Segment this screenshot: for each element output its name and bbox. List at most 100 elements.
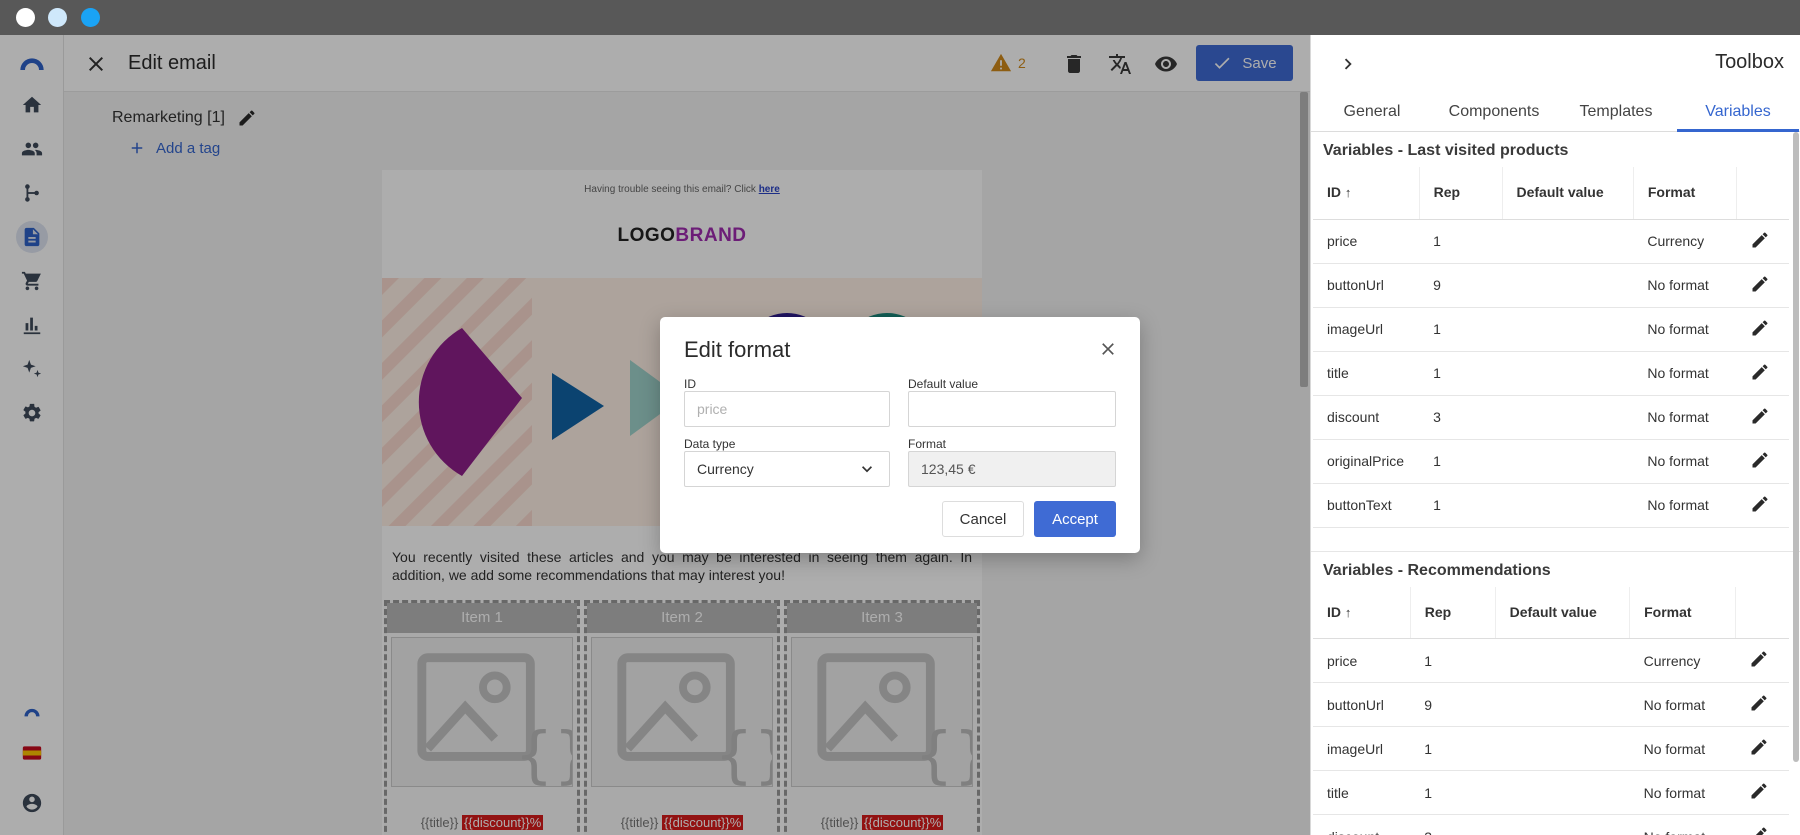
table-row: originalPrice 1 No format	[1313, 439, 1789, 484]
variable-rep: 1	[1410, 770, 1496, 815]
cancel-button[interactable]: Cancel	[942, 501, 1024, 537]
variables-table: ID ↑ Rep Default value Format price 1 Curr…	[1313, 167, 1789, 528]
variable-id: buttonUrl	[1313, 263, 1420, 308]
variable-default	[1502, 395, 1634, 440]
table-header-row: ID ↑ Rep Default value Format	[1313, 167, 1789, 220]
toolbox-tabs: General Components Templates Variables	[1311, 92, 1800, 132]
variable-default	[1495, 682, 1630, 727]
chevron-down-icon	[862, 466, 872, 473]
edit-variable-pencil-icon[interactable]	[1750, 319, 1770, 341]
accept-button[interactable]: Accept	[1034, 501, 1116, 537]
column-id[interactable]: ID ↑	[1313, 586, 1411, 639]
variable-id: imageUrl	[1313, 307, 1420, 352]
column-actions	[1735, 586, 1789, 639]
sort-arrow-up-icon: ↑	[1344, 604, 1352, 620]
variable-rep: 9	[1410, 682, 1496, 727]
variable-rep: 1	[1419, 219, 1502, 264]
edit-variable-pencil-icon[interactable]	[1750, 451, 1770, 473]
dialog-title: Edit format	[684, 337, 791, 362]
edit-variable-pencil-icon[interactable]	[1749, 783, 1769, 804]
window-minimize-dot[interactable]	[48, 8, 67, 27]
edit-variable-pencil-icon[interactable]	[1749, 739, 1769, 760]
panel-scrollbar[interactable]	[1793, 132, 1799, 762]
table-row: title 1 No format	[1313, 770, 1789, 815]
variable-id: discount	[1313, 395, 1420, 440]
tab-templates[interactable]: Templates	[1555, 92, 1677, 131]
tab-general[interactable]: General	[1311, 92, 1433, 131]
toolbox-panel: Toolbox General Components Templates Var…	[1310, 35, 1800, 835]
edit-variable-pencil-icon[interactable]	[1750, 231, 1770, 253]
id-input[interactable]	[684, 391, 890, 427]
table-row: buttonText 1 No format	[1313, 483, 1789, 528]
dialog-close-icon[interactable]	[1098, 339, 1118, 359]
variable-id: originalPrice	[1313, 439, 1420, 484]
table-row: imageUrl 1 No format	[1313, 307, 1789, 352]
edit-variable-pencil-icon[interactable]	[1749, 695, 1769, 716]
variables-section-last-visited: Variables - Last visited products ID ↑ R…	[1311, 132, 1800, 528]
table-row: discount3 No format	[1313, 395, 1789, 440]
variables-section-recommendations: Variables - Recommendations ID ↑ Rep Def…	[1311, 552, 1800, 835]
variables-table: ID ↑ Rep Default value Format price 1 Curr…	[1313, 586, 1789, 835]
variable-default	[1502, 351, 1634, 396]
variable-id: price	[1313, 219, 1420, 264]
collapse-panel-chevron-icon[interactable]	[1337, 53, 1359, 75]
variable-rep: 1	[1419, 439, 1502, 484]
format-preview-input	[908, 451, 1116, 487]
edit-format-dialog: Edit format ID Default value Data type C…	[660, 317, 1140, 553]
panel-title: Toolbox	[1715, 51, 1784, 73]
table-header-row: ID ↑ Rep Default value Format	[1313, 586, 1789, 639]
edit-variable-pencil-icon[interactable]	[1750, 495, 1770, 517]
variable-format: No format	[1633, 439, 1737, 484]
data-type-select[interactable]: Currency	[684, 451, 890, 487]
variable-format: No format	[1629, 726, 1736, 771]
variable-rep: 1	[1419, 307, 1502, 352]
table-row: price 1 Currency	[1313, 219, 1789, 264]
tab-variables[interactable]: Variables	[1677, 92, 1799, 132]
variable-default	[1495, 770, 1630, 815]
column-default-value[interactable]: Default value	[1502, 167, 1634, 220]
variable-format: No format	[1629, 770, 1736, 815]
tab-components[interactable]: Components	[1433, 92, 1555, 131]
variable-format: Currency	[1633, 219, 1737, 264]
id-label: ID	[684, 377, 696, 391]
table-row: buttonUrl 9 No format	[1313, 263, 1789, 308]
variable-format: No format	[1633, 483, 1737, 528]
variable-id: buttonUrl	[1313, 682, 1411, 727]
variable-id: title	[1313, 770, 1411, 815]
variable-format: No format	[1633, 351, 1737, 396]
column-id-label: ID	[1327, 603, 1341, 620]
column-rep[interactable]: Rep	[1419, 167, 1503, 220]
variable-rep: 9	[1419, 263, 1502, 308]
window-titlebar	[0, 0, 1800, 35]
column-default-value[interactable]: Default value	[1495, 586, 1631, 639]
variable-format: No format	[1629, 814, 1736, 835]
variable-id: price	[1313, 638, 1411, 683]
edit-variable-pencil-icon[interactable]	[1750, 275, 1770, 297]
variable-format: No format	[1633, 395, 1737, 440]
column-format[interactable]: Format	[1633, 167, 1737, 220]
table-row: discount3 No format	[1313, 814, 1789, 835]
data-type-label: Data type	[684, 437, 736, 451]
window-close-dot[interactable]	[16, 8, 35, 27]
window-maximize-dot[interactable]	[81, 8, 100, 27]
variable-default	[1502, 483, 1634, 528]
edit-variable-pencil-icon[interactable]	[1750, 407, 1770, 429]
column-id[interactable]: ID ↑	[1313, 167, 1420, 220]
variable-default	[1495, 814, 1630, 835]
format-label: Format	[908, 437, 947, 451]
variable-id: imageUrl	[1313, 726, 1411, 771]
column-id-label: ID	[1327, 184, 1341, 201]
variable-id: discount	[1313, 814, 1411, 835]
variable-default	[1502, 263, 1634, 308]
variable-rep: 1	[1410, 638, 1496, 683]
variable-format: Currency	[1629, 638, 1736, 683]
column-format[interactable]: Format	[1629, 586, 1736, 639]
column-actions	[1736, 167, 1789, 220]
table-row: title 1 No format	[1313, 351, 1789, 396]
variable-id: title	[1313, 351, 1420, 396]
column-rep[interactable]: Rep	[1410, 586, 1496, 639]
edit-variable-pencil-icon[interactable]	[1749, 651, 1769, 672]
variable-default	[1502, 307, 1634, 352]
edit-variable-pencil-icon[interactable]	[1750, 363, 1770, 385]
default-value-input[interactable]	[908, 391, 1116, 427]
